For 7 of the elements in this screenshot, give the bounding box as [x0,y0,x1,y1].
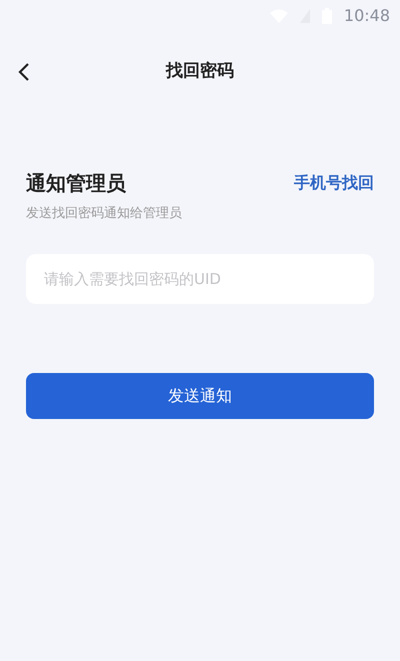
phone-recovery-link[interactable]: 手机号找回 [294,171,374,195]
uid-input-field[interactable]: 请输入需要找回密码的UID [26,254,374,304]
page-title: 找回密码 [166,60,234,84]
status-time: 10:48 [344,5,390,27]
send-notification-button[interactable]: 发送通知 [26,372,374,418]
section-title: 通知管理员 [26,170,127,197]
section-subtitle: 发送找回密码通知给管理员 [26,205,182,223]
